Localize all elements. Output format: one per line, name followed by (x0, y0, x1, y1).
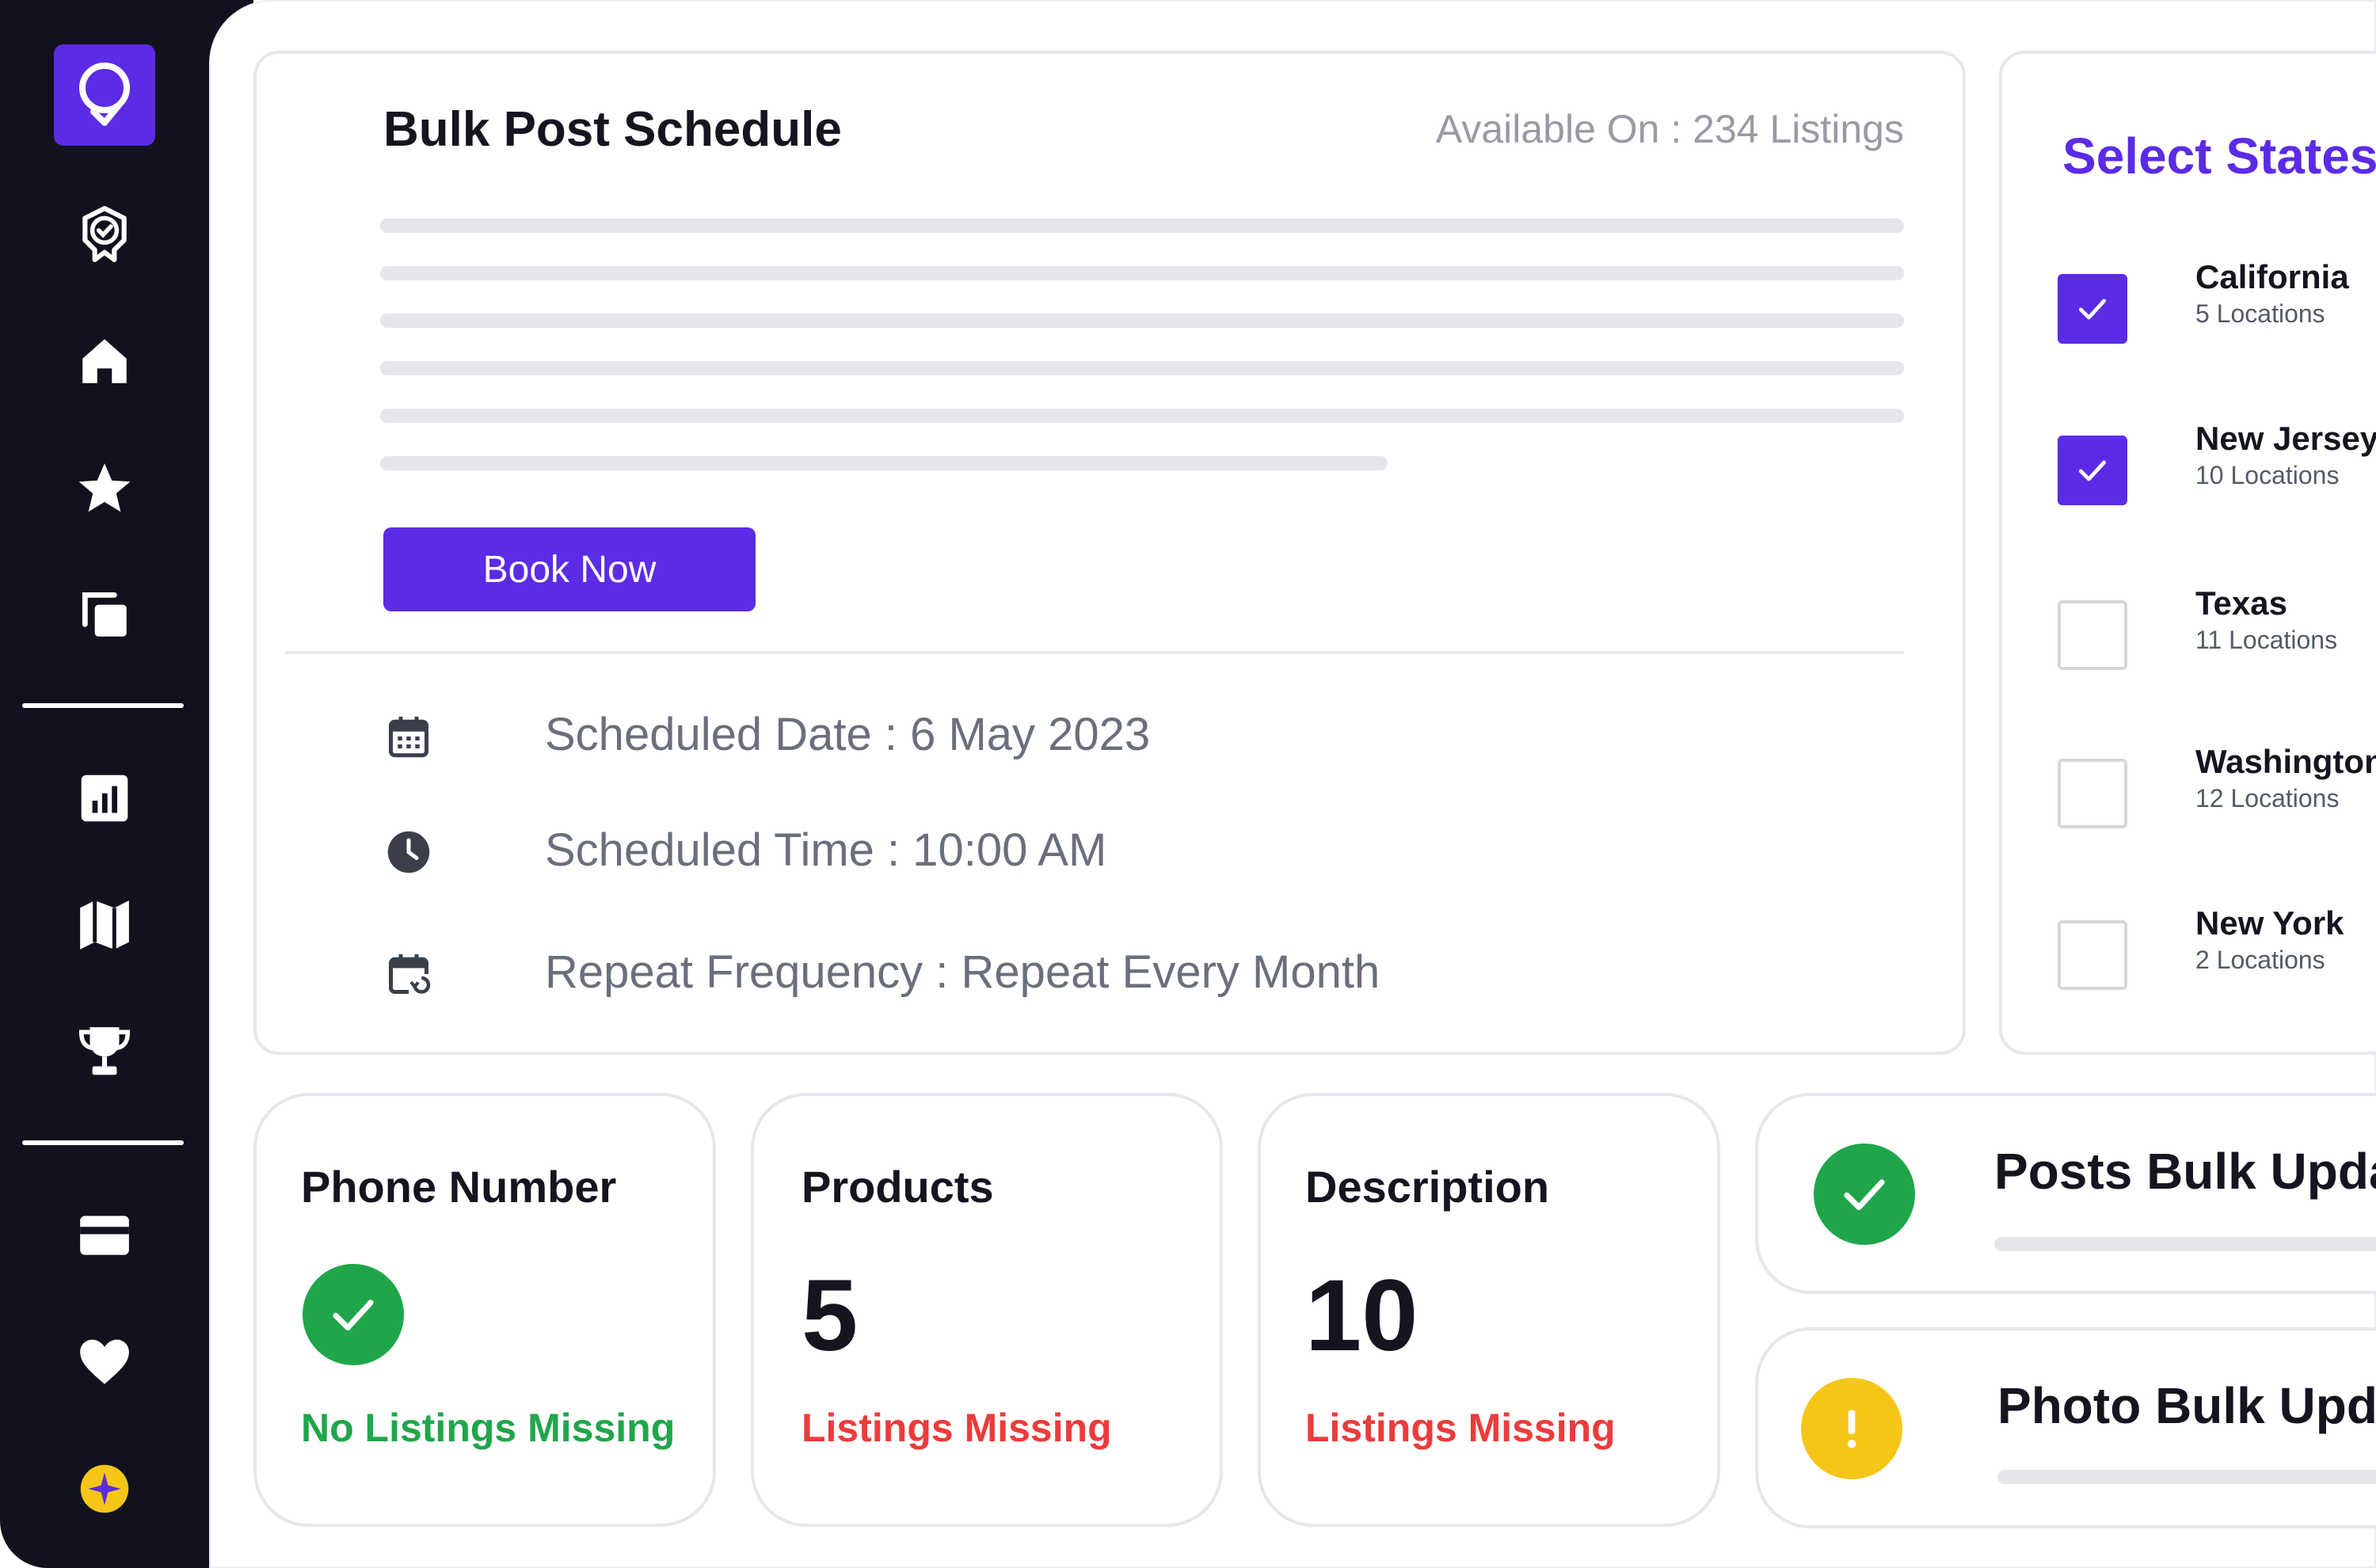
calendar-icon (389, 717, 428, 758)
stat-value: 5 (802, 1259, 859, 1372)
repeat-frequency-text: Repeat Frequency : Repeat Every Month (545, 946, 1380, 998)
bulk-title: Posts Bulk Update (1994, 1143, 2376, 1200)
available-listings: Available On : 234 Listings (1435, 107, 1904, 151)
placeholder-line (380, 361, 1904, 375)
clock-icon (387, 831, 430, 873)
state-item-washington[interactable]: Washington 12 Locations (2058, 743, 2376, 846)
checkbox[interactable] (2058, 600, 2127, 670)
placeholder-line (380, 409, 1904, 423)
placeholder-line (380, 266, 1904, 280)
state-name: New York (2195, 904, 2344, 942)
nav-item-home[interactable] (65, 322, 144, 401)
nav-item-map[interactable] (65, 885, 144, 965)
state-name: California (2195, 258, 2349, 295)
check-icon (2078, 460, 2107, 481)
scheduled-date-text: Scheduled Date : 6 May 2023 (545, 709, 1151, 760)
placeholder-line (380, 219, 1904, 233)
scheduled-time-text: Scheduled Time : 10:00 AM (545, 824, 1107, 876)
app-logo[interactable] (54, 44, 155, 146)
nav-item-billing[interactable] (65, 1196, 144, 1275)
stat-note: Listings Missing (1305, 1406, 1616, 1450)
map-icon (80, 900, 129, 950)
nav-item-analytics[interactable] (65, 759, 144, 838)
state-item-texas[interactable]: Texas 11 Locations (2058, 584, 2376, 687)
stat-title: Products (802, 1162, 994, 1212)
placeholder-line (380, 314, 1904, 328)
select-states-title: Select States (2062, 127, 2376, 185)
bulk-title: Photo Bulk Update (1997, 1377, 2376, 1434)
credit-card-icon (80, 1216, 129, 1255)
stat-title: Description (1305, 1162, 1550, 1212)
success-check-icon (303, 1264, 404, 1365)
checkbox[interactable] (2058, 759, 2127, 828)
sidebar-divider (22, 703, 184, 708)
stat-note: Listings Missing (802, 1406, 1112, 1450)
heart-icon (80, 1339, 129, 1384)
schedule-title: Bulk Post Schedule (383, 102, 842, 157)
star-icon (78, 463, 131, 512)
state-item-california[interactable]: California 5 Locations (2058, 258, 2376, 361)
checkbox[interactable] (2058, 436, 2127, 505)
copy-icon (82, 592, 127, 637)
state-locations: 2 Locations (2195, 946, 2325, 974)
warning-icon (1801, 1378, 1902, 1479)
state-item-new-jersey[interactable]: New Jersey 10 Locations (2058, 420, 2376, 523)
state-locations: 10 Locations (2195, 461, 2340, 489)
state-item-new-york[interactable]: New York 2 Locations (2058, 904, 2376, 1007)
nav-item-favorites[interactable] (65, 1323, 144, 1402)
divider (285, 651, 1904, 654)
nav-item-rankings[interactable] (65, 1012, 144, 1091)
home-icon (82, 339, 127, 383)
state-locations: 5 Locations (2195, 299, 2325, 328)
checkbox[interactable] (2058, 920, 2127, 990)
nav-item-premium[interactable] (65, 1449, 144, 1528)
state-locations: 12 Locations (2195, 784, 2340, 813)
badge-check-icon (82, 206, 127, 262)
stat-value: 10 (1305, 1259, 1418, 1372)
stat-title: Phone Number (301, 1162, 617, 1212)
progress-bar (1994, 1237, 2376, 1251)
nav-item-reviews[interactable] (65, 448, 144, 527)
book-now-button[interactable]: Book Now (383, 527, 756, 611)
calendar-repeat-icon (389, 954, 431, 994)
checkbox[interactable] (2058, 274, 2127, 344)
check-icon (2078, 299, 2107, 320)
pin-logo-icon (79, 63, 130, 126)
state-locations: 11 Locations (2195, 626, 2338, 654)
stat-note: No Listings Missing (301, 1406, 676, 1450)
placeholder-line (380, 456, 1388, 470)
state-name: Texas (2195, 584, 2287, 622)
sparkle-icon (80, 1464, 129, 1513)
progress-bar (1997, 1470, 2376, 1484)
state-name: New Jersey (2195, 420, 2376, 457)
sidebar-divider (22, 1140, 184, 1145)
nav-item-verification[interactable] (65, 193, 144, 272)
success-check-icon (1814, 1144, 1915, 1245)
state-name: Washington (2195, 743, 2376, 780)
nav-item-duplicates[interactable] (65, 575, 144, 654)
bar-chart-icon (81, 774, 128, 822)
trophy-icon (78, 1027, 131, 1075)
